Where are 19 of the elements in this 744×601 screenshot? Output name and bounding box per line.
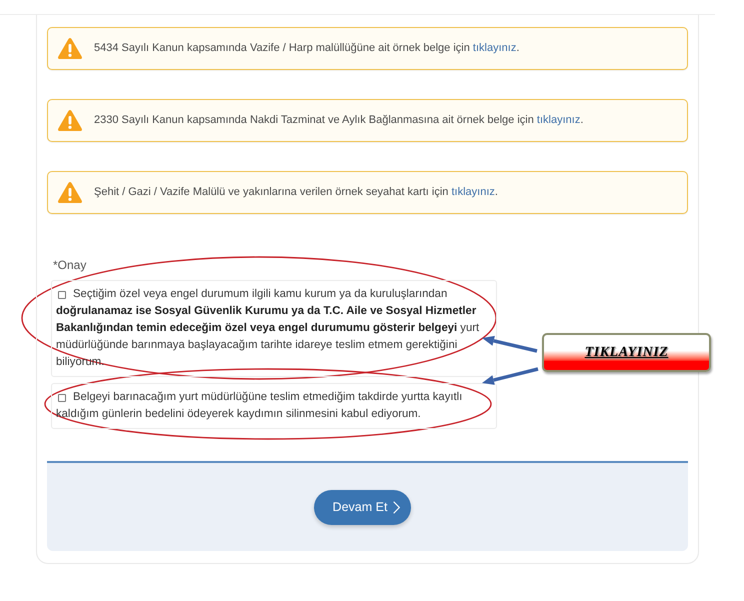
- link[interactable]: tıklayınız: [536, 114, 580, 126]
- checkbox[interactable]: [58, 394, 66, 402]
- arrow: [482, 336, 538, 353]
- chevron-right-icon: [393, 500, 400, 514]
- link[interactable]: tıklayınız: [451, 186, 495, 198]
- notice-text: Şehit / Gazi / Vazife Malülü ve yakınlarına verilen örnek seyahat kartı için tıklayınız.: [94, 185, 498, 200]
- arrow: [482, 367, 538, 385]
- consent-option[interactable]: Belgeyi barınacağım yurt müdürlüğüne teslim etmediğim takdirde yurtta kayıtlı kaldığım günlerin bedelini ödeyerek kaydımın silinmesini kabul ediyorum.: [56, 389, 492, 423]
- notice-text: 2330 Sayılı Kanun kapsamında Nakdi Tazminat ve Aylık Bağlanmasına ait örnek belge için tıklayınız.: [94, 113, 584, 128]
- continue-button[interactable]: Devam Et: [314, 490, 412, 524]
- warning-icon: [58, 182, 82, 203]
- warning-icon: [58, 110, 82, 131]
- link[interactable]: tıklayınız: [472, 42, 516, 54]
- consent-label: *Onay: [53, 258, 86, 272]
- consent-option[interactable]: Seçtiğim özel veya engel durumum ilgili kamu kurum ya da kuruluşlarından doğrulanamaz ise Sosyal Güvenlik Kurumu ya da T.C. Aile ve Sosyal Hizmetler Bakanlığından temin edeceğim özel veya engel durumumu gösterir belgeyi yurt müdürlüğünde barınmaya başlayacağım tarihte idareye teslim etmem gerektiğini biliyorum.: [56, 286, 492, 371]
- callout-banner: TIKLAYINIZ: [542, 333, 711, 372]
- checkbox[interactable]: [58, 291, 66, 299]
- notice-text: 5434 Sayılı Kanun kapsamında Vazife / Harp malüllüğüne ait örnek belge için tıklayınız.: [94, 41, 520, 56]
- warning-icon: [58, 38, 82, 59]
